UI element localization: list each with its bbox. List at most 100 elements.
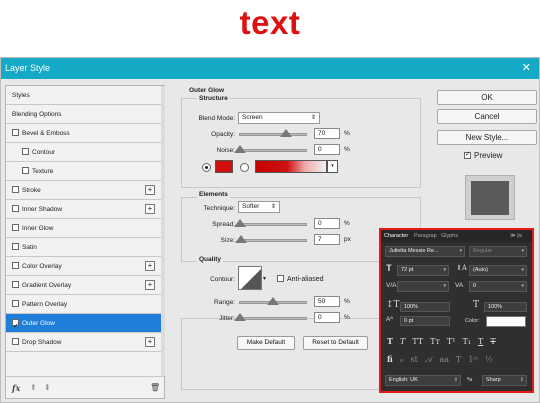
style-item-color-overlay[interactable]: Color Overlay +: [6, 257, 161, 276]
style-item-contour[interactable]: Contour: [6, 143, 161, 162]
move-up-icon[interactable]: ⬆: [30, 383, 37, 392]
new-style-button[interactable]: New Style...: [437, 130, 537, 145]
trash-icon[interactable]: 🗑: [150, 383, 160, 392]
blend-mode-select[interactable]: Screen ⇕: [238, 112, 320, 124]
style-item-checkbox[interactable]: [12, 243, 19, 250]
text-color-swatch[interactable]: [486, 316, 526, 327]
contour-dropdown-arrow-icon[interactable]: ▾: [263, 275, 266, 282]
style-item-bevel-emboss[interactable]: Bevel & Emboss: [6, 124, 161, 143]
style-item-pattern-overlay[interactable]: Pattern Overlay: [6, 295, 161, 314]
spread-slider[interactable]: [239, 223, 307, 226]
font-size-select[interactable]: 72 pt ▾: [397, 265, 449, 276]
opacity-slider-thumb[interactable]: [280, 129, 292, 137]
style-item-checkbox[interactable]: [12, 300, 19, 307]
small-caps-icon[interactable]: Tт: [430, 337, 440, 346]
add-effect-icon[interactable]: +: [145, 204, 155, 214]
jitter-slider-thumb[interactable]: [234, 313, 246, 321]
faux-bold-icon[interactable]: T: [387, 336, 393, 346]
style-item-checkbox[interactable]: [12, 224, 19, 231]
fx-icon[interactable]: fx: [12, 383, 20, 393]
spread-field[interactable]: 0: [314, 218, 340, 229]
ligatures-icon[interactable]: ﬁ: [387, 354, 393, 364]
tab-glyphs[interactable]: Glyphs: [441, 233, 458, 239]
strikethrough-icon[interactable]: T: [490, 337, 495, 346]
swash-icon[interactable]: 𝒜: [425, 355, 433, 364]
jitter-field[interactable]: 0: [314, 312, 340, 323]
noise-field[interactable]: 0: [314, 144, 340, 155]
anti-aliased-checkbox[interactable]: Anti-aliased: [277, 275, 324, 283]
ordinals-icon[interactable]: 1ˢᵗ: [468, 355, 478, 364]
font-family-select[interactable]: Julietta Messie Re... ▾: [385, 246, 465, 257]
noise-slider-thumb[interactable]: [234, 145, 246, 153]
style-item-checkbox[interactable]: [22, 148, 29, 155]
discretionary-ligatures-icon[interactable]: st: [411, 355, 418, 364]
anti-alias-select[interactable]: Sharp ⇕: [482, 375, 527, 386]
superscript-icon[interactable]: T¹: [447, 337, 456, 346]
vertical-scale-field[interactable]: 100%: [400, 302, 450, 312]
noise-slider[interactable]: [239, 149, 307, 152]
style-item-checkbox[interactable]: [22, 167, 29, 174]
move-down-icon[interactable]: ⬇: [44, 383, 51, 392]
panel-menu-icon[interactable]: ≫ |≡: [510, 233, 522, 239]
size-slider[interactable]: [239, 239, 307, 242]
gradient-radio[interactable]: [240, 163, 249, 172]
solid-color-radio[interactable]: [202, 163, 211, 172]
baseline-shift-field[interactable]: 0 pt: [400, 316, 450, 326]
horizontal-scale-field[interactable]: 100%: [484, 302, 527, 312]
faux-italic-icon[interactable]: T: [400, 337, 405, 346]
gradient-dropdown-arrow-icon[interactable]: ▾: [327, 160, 338, 173]
style-item-outer-glow[interactable]: Outer Glow: [6, 314, 161, 336]
underline-icon[interactable]: T: [478, 337, 483, 346]
cancel-button[interactable]: Cancel: [437, 109, 537, 124]
leading-select[interactable]: (Auto) ▾: [469, 265, 527, 276]
gradient-swatch[interactable]: [255, 160, 327, 173]
stylistic-alternates-icon[interactable]: aa: [439, 355, 449, 364]
ok-button[interactable]: OK: [437, 90, 537, 105]
kerning-select[interactable]: ▾: [397, 281, 449, 292]
add-effect-icon[interactable]: +: [145, 337, 155, 347]
contour-preview[interactable]: [238, 266, 262, 290]
style-item-gradient-overlay[interactable]: Gradient Overlay +: [6, 276, 161, 295]
style-item-checkbox[interactable]: [12, 338, 19, 345]
jitter-slider[interactable]: [239, 317, 307, 320]
contextual-alternates-icon[interactable]: ℴ: [400, 355, 404, 364]
glow-color-swatch[interactable]: [215, 160, 233, 173]
make-default-button[interactable]: Make Default: [237, 336, 295, 350]
size-slider-thumb[interactable]: [235, 235, 247, 243]
font-style-select[interactable]: Regular ▾: [469, 246, 527, 257]
all-caps-icon[interactable]: TT: [412, 337, 423, 346]
style-item-satin[interactable]: Satin: [6, 238, 161, 257]
range-slider-thumb[interactable]: [267, 297, 279, 305]
style-item-stroke[interactable]: Stroke +: [6, 181, 161, 200]
styles-list-scrollbar[interactable]: [161, 86, 165, 376]
tab-character[interactable]: Character: [384, 233, 408, 239]
style-item-blending-options[interactable]: Blending Options: [6, 105, 161, 124]
add-effect-icon[interactable]: +: [145, 261, 155, 271]
size-field[interactable]: 7: [314, 234, 340, 245]
style-item-checkbox[interactable]: [12, 317, 19, 336]
titling-alternates-icon[interactable]: T: [456, 355, 461, 364]
range-field[interactable]: 50: [314, 296, 340, 307]
opacity-field[interactable]: 70: [314, 128, 340, 139]
subscript-icon[interactable]: T₁: [462, 337, 471, 346]
language-select[interactable]: English: UK ⇕: [385, 375, 461, 386]
style-item-checkbox[interactable]: [12, 262, 19, 269]
style-item-drop-shadow[interactable]: Drop Shadow +: [6, 333, 161, 352]
style-item-checkbox[interactable]: [12, 186, 19, 193]
style-item-texture[interactable]: Texture: [6, 162, 161, 181]
style-item-inner-shadow[interactable]: Inner Shadow +: [6, 200, 161, 219]
add-effect-icon[interactable]: +: [145, 280, 155, 290]
add-effect-icon[interactable]: +: [145, 185, 155, 195]
fractions-icon[interactable]: ½: [485, 355, 493, 364]
tab-paragraph[interactable]: Paragrap: [414, 233, 437, 239]
preview-checkbox[interactable]: Preview: [464, 150, 502, 160]
tracking-select[interactable]: 0 ▾: [469, 281, 527, 292]
technique-select[interactable]: Softer ⇕: [238, 201, 280, 213]
style-item-checkbox[interactable]: [12, 205, 19, 212]
style-item-checkbox[interactable]: [12, 129, 19, 136]
close-icon[interactable]: ✕: [522, 61, 531, 74]
opacity-slider[interactable]: [239, 133, 307, 136]
reset-to-default-button[interactable]: Reset to Default: [303, 336, 368, 350]
style-item-styles[interactable]: Styles: [6, 86, 161, 105]
spread-slider-thumb[interactable]: [234, 219, 246, 227]
